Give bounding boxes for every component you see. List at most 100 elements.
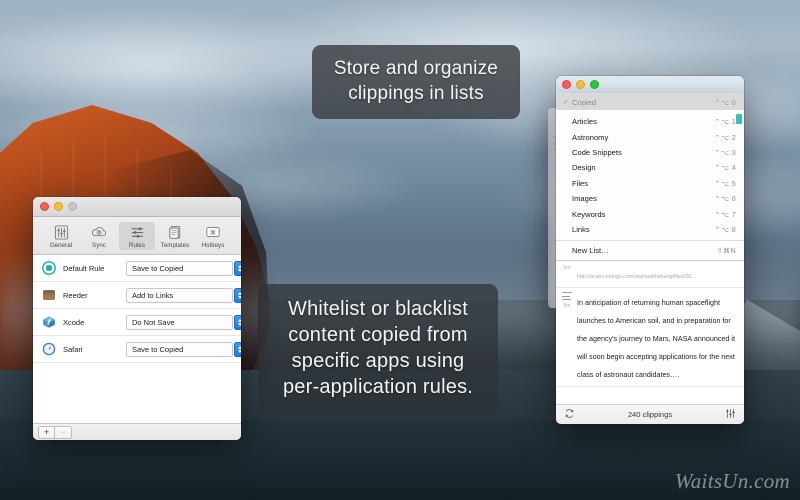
- rule-action-popup[interactable]: Do Not Save: [126, 314, 241, 330]
- zoom-button[interactable]: [590, 80, 599, 89]
- preferences-toolbar[interactable]: General Sync Rules Templates ⌘ Hotkeys: [33, 217, 241, 255]
- clipping-content: http://scienceblogs.com/startswithabang/…: [577, 265, 738, 283]
- keyboard-icon: ⌘: [205, 224, 221, 241]
- clipping-url[interactable]: http://scienceblogs.com/startswithabang/…: [577, 274, 697, 280]
- text-lines-icon: [562, 292, 572, 301]
- menu-item-label: Images: [572, 194, 597, 204]
- list-item[interactable]: 5m In anticipation of returning human sp…: [556, 288, 744, 388]
- menu-item-images[interactable]: Images ⌃⌥ 6: [556, 191, 744, 206]
- list-color-marker: [736, 114, 742, 124]
- sliders-icon[interactable]: [725, 406, 736, 424]
- rule-app-name: Xcode: [63, 317, 85, 327]
- minimize-button[interactable]: [576, 80, 585, 89]
- clipping-gutter: 5m: [561, 292, 573, 382]
- callout-line: Store and organize: [333, 58, 499, 79]
- table-row[interactable]: Default Rule Save to Copied: [33, 255, 241, 282]
- close-button[interactable]: [40, 202, 49, 211]
- remove-rule-button: −: [55, 425, 72, 439]
- menu-item-shortcut: ⌃⌥ 7: [714, 209, 736, 219]
- menu-item-files[interactable]: Files ⌃⌥ 5: [556, 176, 744, 191]
- tab-label: Rules: [128, 241, 146, 249]
- rule-app-name: Default Rule: [63, 263, 105, 273]
- menu-item-label: Keywords: [572, 209, 606, 219]
- list-item[interactable]: 5m http://scienceblogs.com/startswithaba…: [556, 261, 744, 289]
- menu-item-label: Files: [572, 178, 589, 188]
- watermark: WaitsUn.com: [674, 469, 790, 493]
- xcode-icon: [42, 315, 56, 329]
- callout-line: clippings in lists: [348, 82, 484, 104]
- table-row[interactable]: Reeder Add to Links: [33, 282, 241, 309]
- menu-item-links[interactable]: Links ⌃⌥ 8: [556, 222, 744, 237]
- rule-action-label: Save to Copied: [132, 344, 184, 354]
- rule-app-name: Safari: [63, 344, 83, 354]
- zoom-button[interactable]: [68, 202, 77, 211]
- clipping-text[interactable]: In anticipation of returning human space…: [577, 298, 735, 379]
- chevron-updown-icon[interactable]: [234, 288, 241, 303]
- rule-action-label: Save to Copied: [132, 263, 184, 273]
- safari-icon: [42, 342, 56, 356]
- add-rule-button[interactable]: +: [38, 425, 55, 439]
- menu-item-code-snippets[interactable]: Code Snippets ⌃⌥ 3: [556, 145, 744, 160]
- tab-label: Templates: [160, 241, 190, 249]
- menu-item-label: Copied: [572, 97, 597, 107]
- table-row[interactable]: Xcode Do Not Save: [33, 309, 241, 336]
- menu-item-shortcut: ⌃⌥ 6: [714, 194, 736, 204]
- preferences-titlebar[interactable]: [33, 197, 241, 217]
- rule-action-popup[interactable]: Add to Links: [126, 287, 241, 303]
- tab-templates[interactable]: Templates: [157, 222, 193, 250]
- menu-item-new-list[interactable]: New List… ⇧⌘N: [556, 243, 744, 258]
- sliders-icon: [54, 224, 69, 241]
- callout-line: content copied from: [288, 324, 468, 346]
- list-dropdown-menu[interactable]: ✓ Copied ⌃⌥ 0 Articles ⌃⌥ 1 Astronomy ⌃⌥…: [556, 93, 744, 262]
- menu-item-design[interactable]: Design ⌃⌥ 4: [556, 160, 744, 175]
- menu-item-label: Articles: [572, 117, 597, 127]
- tab-sync[interactable]: Sync: [81, 222, 117, 250]
- rule-action-popup[interactable]: Save to Copied: [126, 260, 241, 276]
- menu-item-label: Astronomy: [572, 132, 609, 142]
- chevron-updown-icon[interactable]: [234, 342, 241, 357]
- rule-action-popup[interactable]: Save to Copied: [126, 341, 241, 357]
- tab-label: Sync: [92, 241, 106, 249]
- tab-general[interactable]: General: [43, 222, 79, 250]
- menu-item-shortcut: ⌃⌥ 0: [714, 97, 736, 107]
- callout-line: specific apps using: [291, 350, 465, 372]
- tab-label: General: [49, 241, 73, 249]
- menu-item-shortcut: ⇧⌘N: [716, 245, 736, 255]
- refresh-icon[interactable]: [564, 406, 575, 424]
- svg-text:⌘: ⌘: [210, 229, 216, 236]
- chevron-updown-icon[interactable]: [234, 261, 241, 276]
- callout-whitelist-blacklist: Whitelist or blacklist content copied fr…: [258, 284, 498, 414]
- menu-item-articles[interactable]: Articles ⌃⌥ 1: [556, 114, 744, 129]
- reeder-icon: [42, 288, 56, 302]
- clippings-list[interactable]: 5m http://scienceblogs.com/startswithaba…: [556, 261, 744, 404]
- preferences-window[interactable]: General Sync Rules Templates ⌘ Hotkeys D…: [33, 197, 241, 440]
- close-button[interactable]: [562, 80, 571, 89]
- menu-item-label: Links: [572, 224, 590, 234]
- rules-icon: [130, 224, 145, 241]
- cloud-icon: [91, 224, 107, 241]
- menu-item-shortcut: ⌃⌥ 8: [714, 224, 736, 234]
- rule-action-label: Add to Links: [132, 290, 174, 300]
- menu-item-shortcut: ⌃⌥ 2: [714, 132, 736, 142]
- chevron-updown-icon[interactable]: [234, 315, 241, 330]
- clipboard-panel[interactable]: ✓ Copied ⌃⌥ 0 Articles ⌃⌥ 1 Astronomy ⌃⌥…: [556, 76, 744, 424]
- menu-item-shortcut: ⌃⌥ 4: [714, 163, 736, 173]
- menu-item-shortcut: ⌃⌥ 3: [714, 147, 736, 157]
- minimize-button[interactable]: [54, 202, 63, 211]
- callout-store-organize: Store and organize clippings in lists: [312, 45, 520, 120]
- menu-separator: [556, 240, 744, 241]
- tab-hotkeys[interactable]: ⌘ Hotkeys: [195, 222, 231, 250]
- rules-bottom-bar[interactable]: + −: [33, 423, 241, 440]
- clipping-gutter: 5m: [561, 265, 573, 283]
- menu-item-keywords[interactable]: Keywords ⌃⌥ 7: [556, 206, 744, 221]
- clipping-timestamp: 5m: [563, 303, 571, 310]
- table-row[interactable]: Safari Save to Copied: [33, 336, 241, 363]
- menu-item-copied[interactable]: ✓ Copied ⌃⌥ 0: [556, 94, 744, 110]
- rules-list[interactable]: Default Rule Save to Copied Reeder Add t…: [33, 255, 241, 423]
- rule-app-name: Reeder: [63, 290, 88, 300]
- menu-item-shortcut: ⌃⌥ 1: [714, 117, 736, 127]
- tab-rules[interactable]: Rules: [119, 221, 155, 250]
- clipboard-status-bar[interactable]: 240 clippings: [556, 404, 744, 424]
- clipboard-titlebar[interactable]: [556, 76, 744, 93]
- menu-item-astronomy[interactable]: Astronomy ⌃⌥ 2: [556, 129, 744, 144]
